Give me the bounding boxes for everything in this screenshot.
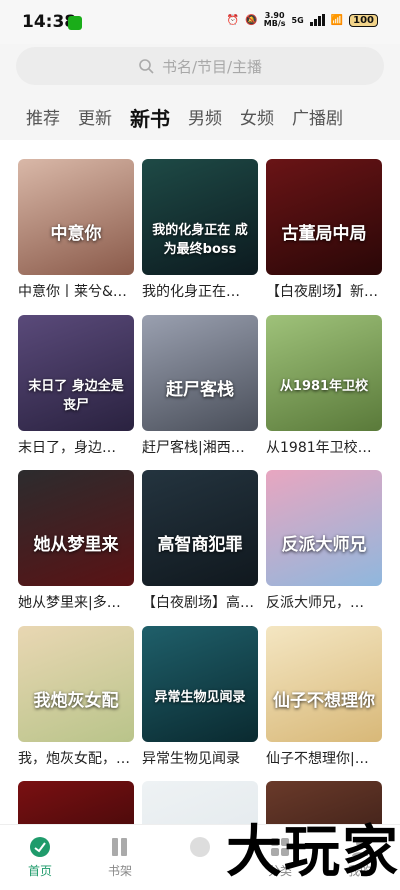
book-title[interactable]: 仙子不想理你|…: [266, 748, 382, 768]
home-icon: [28, 835, 52, 859]
book-card[interactable]: [266, 781, 382, 824]
tab-4[interactable]: 女频: [240, 106, 274, 132]
book-card[interactable]: 赶尸客栈赶尸客栈|湘西…: [142, 315, 258, 457]
mute-icon: 🔕: [245, 14, 258, 26]
tab-3[interactable]: 男频: [188, 106, 222, 132]
cover-text: 从1981年卫校: [279, 379, 369, 394]
bookshelf-icon: [108, 835, 132, 859]
nav-label: 书架: [107, 864, 132, 878]
book-card[interactable]: 中意你中意你丨莱兮&…: [18, 159, 134, 301]
nav-label: 首页: [27, 864, 52, 878]
tab-0[interactable]: 推荐: [26, 106, 60, 132]
book-title[interactable]: 我，炮灰女配，…: [18, 748, 134, 768]
book-title[interactable]: 末日了，身边…: [18, 437, 134, 457]
category-tabs: 推荐 更新 新书 男频 女频 广播剧: [26, 106, 361, 132]
book-grid: 中意你中意你丨莱兮&… 我的化身正在 成为最终boss 我的化身正在… 古董局中局【白…: [0, 140, 400, 824]
book-card[interactable]: 异常生物见闻录 异常生物见闻录: [142, 626, 258, 768]
book-card[interactable]: [18, 781, 134, 824]
book-cover[interactable]: 末日了 身边全是丧尸: [18, 315, 134, 431]
book-card[interactable]: 高智商犯罪【白夜剧场】高…: [142, 470, 258, 612]
book-cover[interactable]: 仙子不想理你: [266, 626, 382, 742]
book-cover[interactable]: 中意你: [18, 159, 134, 275]
book-cover[interactable]: 我的化身正在 成为最终boss: [142, 159, 258, 275]
book-cover[interactable]: 赶尸客栈: [142, 315, 258, 431]
book-cover[interactable]: 反派大师兄: [266, 470, 382, 586]
book-cover[interactable]: 我炮灰女配: [18, 626, 134, 742]
search-icon: [139, 59, 154, 74]
book-title[interactable]: 她从梦里来|多…: [18, 592, 134, 612]
book-card[interactable]: 我的化身正在 成为最终boss 我的化身正在…: [142, 159, 258, 301]
book-cover[interactable]: [142, 781, 258, 824]
book-cover[interactable]: 她从梦里来: [18, 470, 134, 586]
wifi-icon: 📶: [330, 14, 344, 26]
book-card[interactable]: 我炮灰女配我，炮灰女配，…: [18, 626, 134, 768]
watermark: 大玩家: [226, 819, 400, 885]
book-cover[interactable]: 异常生物见闻录: [142, 626, 258, 742]
search-bar[interactable]: 书名/节目/主播: [16, 47, 384, 85]
alarm-icon: ⏰: [226, 14, 240, 26]
book-card[interactable]: 从1981年卫校从1981年卫校…: [266, 315, 382, 457]
tab-1[interactable]: 更新: [78, 106, 112, 132]
book-cover[interactable]: 从1981年卫校: [266, 315, 382, 431]
center-icon: [188, 835, 212, 859]
book-card[interactable]: 她从梦里来她从梦里来|多…: [18, 470, 134, 612]
book-cover[interactable]: [266, 781, 382, 824]
network-speed: 3.90 MB/s: [263, 11, 286, 28]
book-title[interactable]: 反派大师兄，…: [266, 592, 382, 612]
cover-text: 她从梦里来: [33, 535, 119, 555]
book-cover[interactable]: 高智商犯罪: [142, 470, 258, 586]
cover-text: 末日了 身边全是丧尸: [28, 379, 124, 413]
status-right: ⏰ 🔕 3.90 MB/s 5G 📶 100: [227, 12, 378, 28]
cover-text: 中意你: [50, 224, 102, 244]
book-title[interactable]: 异常生物见闻录: [142, 748, 258, 768]
book-title[interactable]: 【白夜剧场】高…: [142, 592, 258, 612]
book-card[interactable]: 古董局中局【白夜剧场】新…: [266, 159, 382, 301]
book-title[interactable]: 从1981年卫校…: [266, 437, 382, 457]
book-title[interactable]: 赶尸客栈|湘西…: [142, 437, 258, 457]
cover-text: 反派大师兄: [281, 535, 367, 555]
cover-text: 高智商犯罪: [157, 535, 243, 555]
cover-text: 异常生物见闻录: [154, 690, 246, 705]
book-cover[interactable]: 古董局中局: [266, 159, 382, 275]
status-bar: 14:38 ⏰ 🔕 3.90 MB/s 5G 📶 100: [0, 0, 400, 44]
tab-5[interactable]: 广播剧: [292, 106, 343, 132]
book-card[interactable]: 仙子不想理你 仙子不想理你|…: [266, 626, 382, 768]
book-card[interactable]: 反派大师兄反派大师兄，…: [266, 470, 382, 612]
signal-icon: [309, 14, 325, 26]
battery-level: 100: [349, 13, 378, 27]
tab-2[interactable]: 新书: [130, 106, 170, 132]
search-placeholder: 书名/节目/主播: [161, 57, 263, 76]
cover-text: 古董局中局: [281, 224, 367, 244]
book-card[interactable]: [142, 781, 258, 824]
cover-text: 赶尸客栈: [166, 380, 234, 400]
book-title[interactable]: 【白夜剧场】新…: [266, 281, 382, 301]
book-card[interactable]: 末日了 身边全是丧尸末日了，身边…: [18, 315, 134, 457]
cover-text: 仙子不想理你: [273, 691, 375, 711]
book-title[interactable]: 我的化身正在…: [142, 281, 258, 301]
wechat-notification-icon: [68, 16, 82, 30]
cover-text: 我炮灰女配: [33, 691, 119, 711]
book-title[interactable]: 中意你丨莱兮&…: [18, 281, 134, 301]
nav-home[interactable]: 首页: [0, 831, 80, 879]
nav-bookshelf[interactable]: 书架: [80, 831, 160, 879]
book-cover[interactable]: [18, 781, 134, 824]
cover-text: 我的化身正在 成为最终boss: [152, 223, 248, 257]
network-type: 5G: [291, 15, 304, 25]
